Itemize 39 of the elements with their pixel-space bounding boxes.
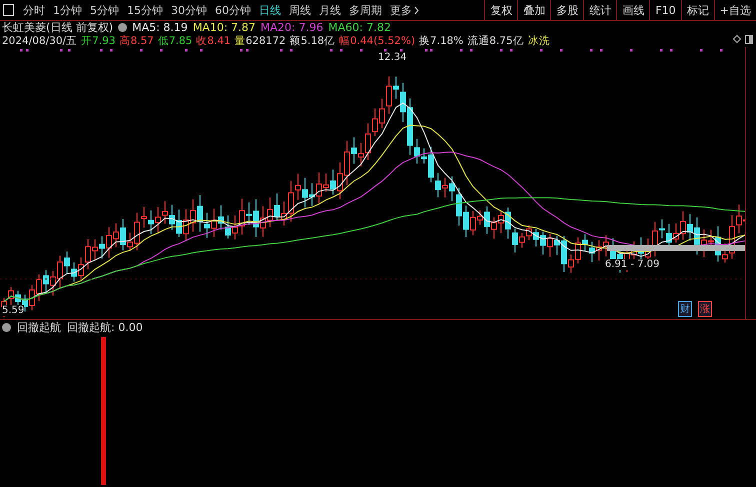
quote-item: 高8.57 <box>119 34 154 47</box>
quote-item: 流通8.75亿 <box>467 34 524 47</box>
price-range-label: 6.91 - 7.09 <box>605 259 660 270</box>
sector-tag: 冰洗 <box>528 34 550 47</box>
period-tab[interactable]: 周线 <box>286 2 314 18</box>
indicator-name: 回撤起航 <box>17 320 61 334</box>
quote-item: 幅0.44(5.52%) <box>339 34 416 47</box>
quote-item: 额5.18亿 <box>290 34 336 47</box>
chart-title: 长虹美菱(日线 前复权) <box>2 20 114 35</box>
period-tab[interactable]: 多周期 <box>346 2 385 18</box>
panel-icon[interactable] <box>745 35 753 44</box>
event-marker[interactable]: 涨 <box>698 301 712 317</box>
period-tab[interactable]: 日线 <box>256 2 284 18</box>
period-tab[interactable]: 5分钟 <box>87 2 122 18</box>
period-tab[interactable]: 30分钟 <box>168 2 210 18</box>
period-tab[interactable]: 月线 <box>316 2 344 18</box>
quote-item: 收8.41 <box>196 34 231 47</box>
moving-average-value: MA20: 7.96 <box>260 21 324 34</box>
period-tab[interactable]: 1分钟 <box>50 2 85 18</box>
diamond-icon[interactable] <box>733 35 741 43</box>
low-price-label: 5.59 <box>2 305 24 316</box>
period-tab[interactable]: 15分钟 <box>124 2 166 18</box>
high-price-label: 12.34 <box>378 52 407 63</box>
quote-item: 量628172 <box>234 34 286 47</box>
panel-toggle-icon[interactable] <box>3 4 14 16</box>
indicator-menu-icon[interactable] <box>2 322 11 332</box>
quote-item: 开7.93 <box>81 34 116 47</box>
period-tab[interactable]: 分时 <box>20 2 48 18</box>
quote-item: 换7.18% <box>419 34 464 47</box>
moving-average-value: MA5: 8.19 <box>132 21 188 34</box>
quote-item: 低7.85 <box>158 34 192 47</box>
event-marker[interactable]: 财 <box>678 301 692 317</box>
moving-average-value: MA10: 7.87 <box>192 21 256 34</box>
period-tab[interactable]: 更多 <box>387 2 422 18</box>
quote-date: 2024/08/30/五 <box>2 34 78 47</box>
moving-average-value: MA60: 7.82 <box>328 21 391 34</box>
chevron-icon <box>414 6 419 14</box>
indicator-reading: 回撤起航: 0.00 <box>67 320 143 334</box>
period-tab[interactable]: 60分钟 <box>212 2 254 18</box>
